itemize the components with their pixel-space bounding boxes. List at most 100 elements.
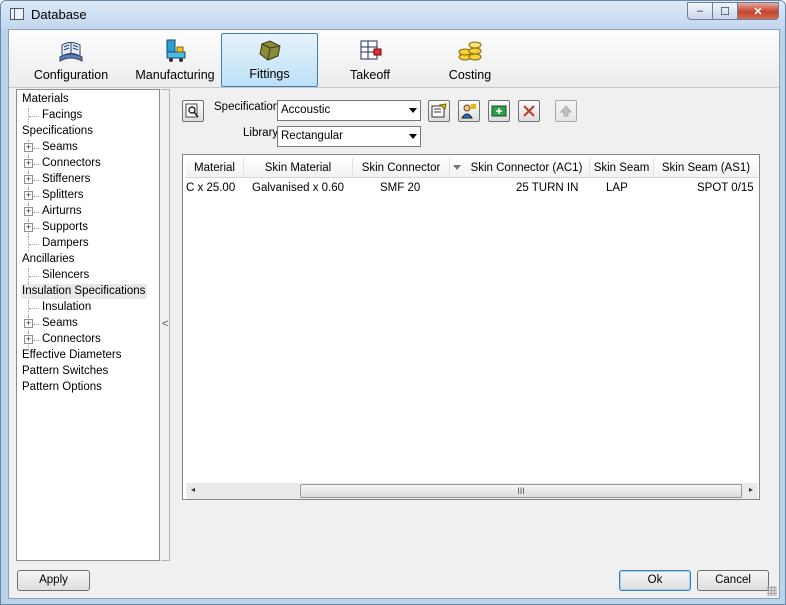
tab-label: Fittings <box>249 67 290 81</box>
coins-icon <box>458 41 482 61</box>
tree-item-insulation[interactable]: Insulation <box>41 300 93 315</box>
expand-icon[interactable]: + <box>24 175 33 184</box>
machine-icon <box>166 39 186 62</box>
title-bar[interactable]: Database ‒ ☐ ✕ <box>1 1 785 29</box>
books-icon <box>59 42 83 62</box>
tree-item-materials[interactable]: Materials <box>21 92 71 107</box>
expand-icon[interactable]: + <box>24 207 33 216</box>
horizontal-scrollbar[interactable]: ◂ III ▸ <box>186 483 758 499</box>
client-area: Configuration Manufacturing Fittings Tak… <box>8 29 780 599</box>
column-header[interactable]: Skin Connector (AC1) <box>450 158 590 178</box>
tree-item-effective-diameters[interactable]: Effective Diameters <box>21 348 124 363</box>
scroll-left-icon[interactable]: ◂ <box>191 485 195 494</box>
tab-configuration[interactable]: Configuration <box>19 33 123 87</box>
tree-item-splitters[interactable]: Splitters <box>41 188 86 203</box>
tree-line <box>33 164 39 165</box>
cell-skin-seam: LAP <box>606 182 628 194</box>
fittings-icon <box>258 40 281 61</box>
tree-item-ins-seams[interactable]: Seams <box>41 316 80 331</box>
arrow-up-icon <box>559 105 573 117</box>
tree-item-airturns[interactable]: Airturns <box>41 204 84 219</box>
expand-icon[interactable]: + <box>24 335 33 344</box>
cell-material: C x 25.00 <box>186 182 236 194</box>
scroll-thumb[interactable]: III <box>300 484 742 498</box>
expand-icon[interactable]: + <box>24 319 33 328</box>
collapse-arrow-icon[interactable]: < <box>162 318 168 330</box>
preview-button[interactable] <box>182 100 204 122</box>
expand-icon[interactable]: + <box>24 191 33 200</box>
tab-label: Manufacturing <box>135 68 215 82</box>
tree-item-dampers[interactable]: Dampers <box>41 236 91 251</box>
cell-skin-connector: SMF 20 <box>380 182 421 194</box>
cancel-button[interactable]: Cancel <box>697 570 769 591</box>
tree-line <box>29 308 39 309</box>
tree-item-ins-connectors[interactable]: Connectors <box>41 332 103 347</box>
apply-button[interactable]: Apply <box>17 570 90 591</box>
tab-takeoff[interactable]: Takeoff <box>318 33 422 87</box>
tree-line <box>33 196 39 197</box>
dropdown-arrow-icon <box>409 108 417 113</box>
tree-line <box>33 212 39 213</box>
scroll-right-icon[interactable]: ▸ <box>749 485 753 494</box>
expand-icon[interactable]: + <box>24 223 33 232</box>
library-select[interactable]: Rectangular <box>277 126 421 147</box>
cell-skin-seam-as1: SPOT 0/15 <box>697 182 754 194</box>
tree-item-spec-seams[interactable]: Seams <box>41 140 80 155</box>
tree-item-silencers[interactable]: Silencers <box>41 268 91 283</box>
tab-manufacturing[interactable]: Manufacturing <box>123 33 227 87</box>
column-header[interactable]: Material <box>186 158 244 178</box>
library-label: Library <box>243 127 279 139</box>
add-button[interactable] <box>488 100 510 122</box>
library-value: Rectangular <box>281 130 344 142</box>
tree-item-facings[interactable]: Facings <box>41 108 84 123</box>
tree-view[interactable]: Materials Facings Specifications + Seams + Con… <box>16 89 160 561</box>
magnifier-icon <box>185 103 199 118</box>
cell-skin-connector-ac1: 25 TURN IN <box>516 182 579 194</box>
tree-item-pattern-options[interactable]: Pattern Options <box>21 380 104 395</box>
tree-item-insulation-specifications[interactable]: Insulation Specifications <box>21 284 148 299</box>
delete-button[interactable] <box>518 100 540 122</box>
tab-label: Takeoff <box>349 68 391 82</box>
column-header[interactable]: Skin Seam (AS1) <box>654 158 758 178</box>
expand-icon[interactable]: + <box>24 143 33 152</box>
tab-costing[interactable]: Costing <box>418 33 522 87</box>
tab-fittings[interactable]: Fittings <box>221 33 318 87</box>
close-button[interactable]: ✕ <box>737 2 779 20</box>
ribbon: Configuration Manufacturing Fittings Tak… <box>9 30 779 88</box>
edit-button[interactable] <box>428 100 450 122</box>
ok-button[interactable]: Ok <box>619 570 691 591</box>
move-up-button[interactable] <box>555 100 577 122</box>
tree-line <box>33 340 39 341</box>
column-header[interactable]: Skin Connector <box>353 158 450 178</box>
tree-line <box>29 116 39 117</box>
tree-line <box>29 276 39 277</box>
minimize-button[interactable]: ‒ <box>687 2 713 20</box>
user-button[interactable] <box>458 100 480 122</box>
expand-icon[interactable]: + <box>24 159 33 168</box>
cell-skin-material: Galvanised x 0.60 <box>252 182 345 194</box>
tree-line <box>29 244 39 245</box>
tree-item-ancillaries[interactable]: Ancillaries <box>21 252 76 267</box>
grid-header: Material Skin Material Skin Connector Sk… <box>186 158 758 178</box>
delete-icon <box>523 105 535 117</box>
panel-splitter[interactable]: < <box>161 89 170 561</box>
maximize-button[interactable]: ☐ <box>712 2 738 20</box>
column-label: Skin Connector (AC1) <box>470 162 583 174</box>
resize-grip[interactable] <box>767 586 777 596</box>
specification-select[interactable]: Accoustic <box>277 100 421 121</box>
edit-form-icon <box>431 103 447 118</box>
tree-item-spec-connectors[interactable]: Connectors <box>41 156 103 171</box>
tree-item-stiffeners[interactable]: Stiffeners <box>41 172 92 187</box>
takeoff-icon <box>360 40 382 60</box>
column-header[interactable]: Skin Seam <box>590 158 654 178</box>
dropdown-arrow-icon <box>409 134 417 139</box>
tree-item-pattern-switches[interactable]: Pattern Switches <box>21 364 110 379</box>
column-header[interactable]: Skin Material <box>244 158 353 178</box>
data-grid[interactable]: Material Skin Material Skin Connector Sk… <box>182 154 760 500</box>
window-title: Database <box>31 7 87 22</box>
add-item-icon <box>491 105 507 117</box>
database-window: Database ‒ ☐ ✕ Configuration Manufacturi… <box>0 0 786 605</box>
specification-value: Accoustic <box>281 104 331 116</box>
tree-item-supports[interactable]: Supports <box>41 220 90 235</box>
tree-item-specifications[interactable]: Specifications <box>21 124 95 139</box>
